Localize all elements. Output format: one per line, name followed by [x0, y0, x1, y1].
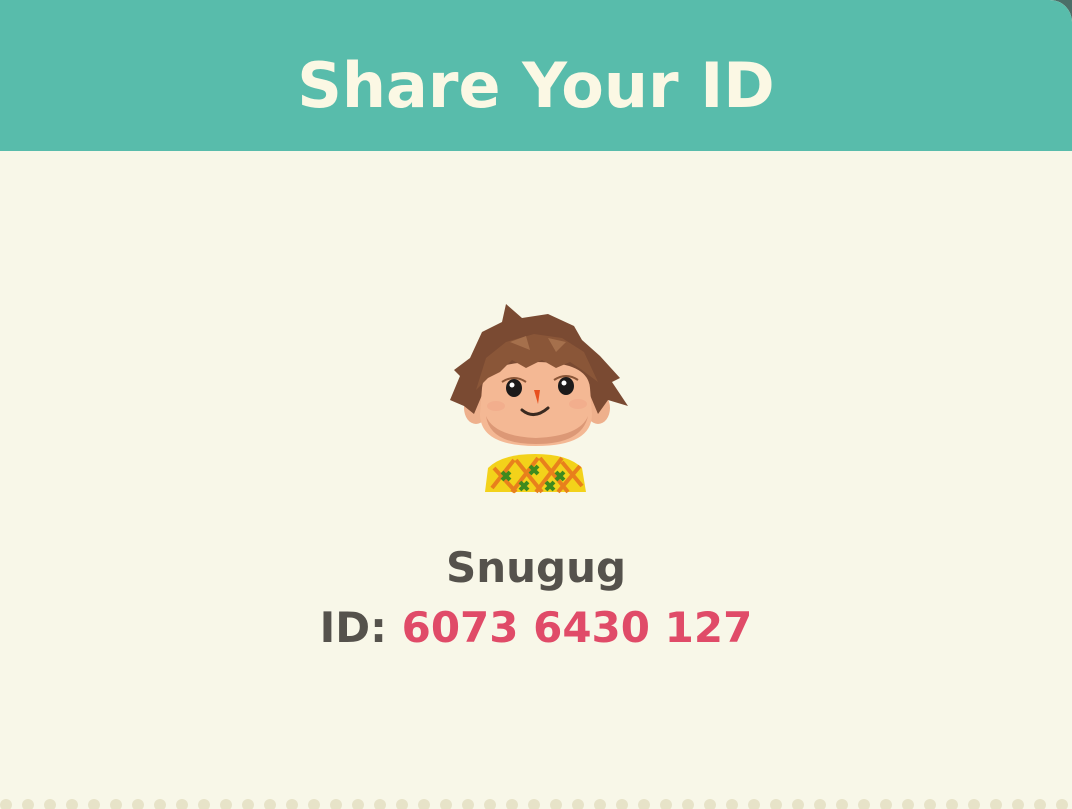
dotted-border	[0, 799, 1068, 809]
border-dot	[1034, 799, 1046, 809]
border-dot	[286, 799, 298, 809]
border-dot	[814, 799, 826, 809]
border-dot	[154, 799, 166, 809]
border-dot	[308, 799, 320, 809]
share-id-card: Share Your ID Snugug ID: 6073 6430 127	[0, 0, 1072, 809]
border-dot	[0, 799, 12, 809]
border-dot	[660, 799, 672, 809]
border-dot	[616, 799, 628, 809]
border-dot	[836, 799, 848, 809]
border-dot	[902, 799, 914, 809]
border-dot	[990, 799, 1002, 809]
border-dot	[858, 799, 870, 809]
border-dot	[748, 799, 760, 809]
border-dot	[440, 799, 452, 809]
border-dot	[110, 799, 122, 809]
border-dot	[968, 799, 980, 809]
border-dot	[484, 799, 496, 809]
border-dot	[726, 799, 738, 809]
border-dot	[88, 799, 100, 809]
border-dot	[462, 799, 474, 809]
border-dot	[506, 799, 518, 809]
id-label: ID:	[319, 603, 387, 652]
border-dot	[22, 799, 34, 809]
border-dot	[1012, 799, 1024, 809]
villager-avatar-icon	[430, 296, 640, 496]
border-dot	[924, 799, 936, 809]
border-dot	[132, 799, 144, 809]
border-dot	[330, 799, 342, 809]
border-dot	[44, 799, 56, 809]
border-dot	[396, 799, 408, 809]
border-dot	[352, 799, 364, 809]
page-title: Share Your ID	[297, 49, 775, 122]
border-dot	[66, 799, 78, 809]
border-dot	[704, 799, 716, 809]
shirt-pattern	[485, 454, 586, 494]
id-value[interactable]: 6073 6430 127	[402, 603, 753, 652]
border-dot	[418, 799, 430, 809]
border-dot	[374, 799, 386, 809]
border-dot	[264, 799, 276, 809]
border-dot	[1056, 799, 1068, 809]
border-dot	[572, 799, 584, 809]
border-dot	[792, 799, 804, 809]
player-name: Snugug	[445, 543, 627, 592]
border-dot	[880, 799, 892, 809]
border-dot	[242, 799, 254, 809]
border-dot	[946, 799, 958, 809]
player-id-line: ID: 6073 6430 127	[0, 600, 1072, 656]
border-dot	[682, 799, 694, 809]
border-dot	[638, 799, 650, 809]
border-dot	[528, 799, 540, 809]
border-dot	[550, 799, 562, 809]
border-dot	[220, 799, 232, 809]
border-dot	[176, 799, 188, 809]
header-bar: Share Your ID	[0, 0, 1072, 151]
border-dot	[198, 799, 210, 809]
border-dot	[770, 799, 782, 809]
border-dot	[594, 799, 606, 809]
